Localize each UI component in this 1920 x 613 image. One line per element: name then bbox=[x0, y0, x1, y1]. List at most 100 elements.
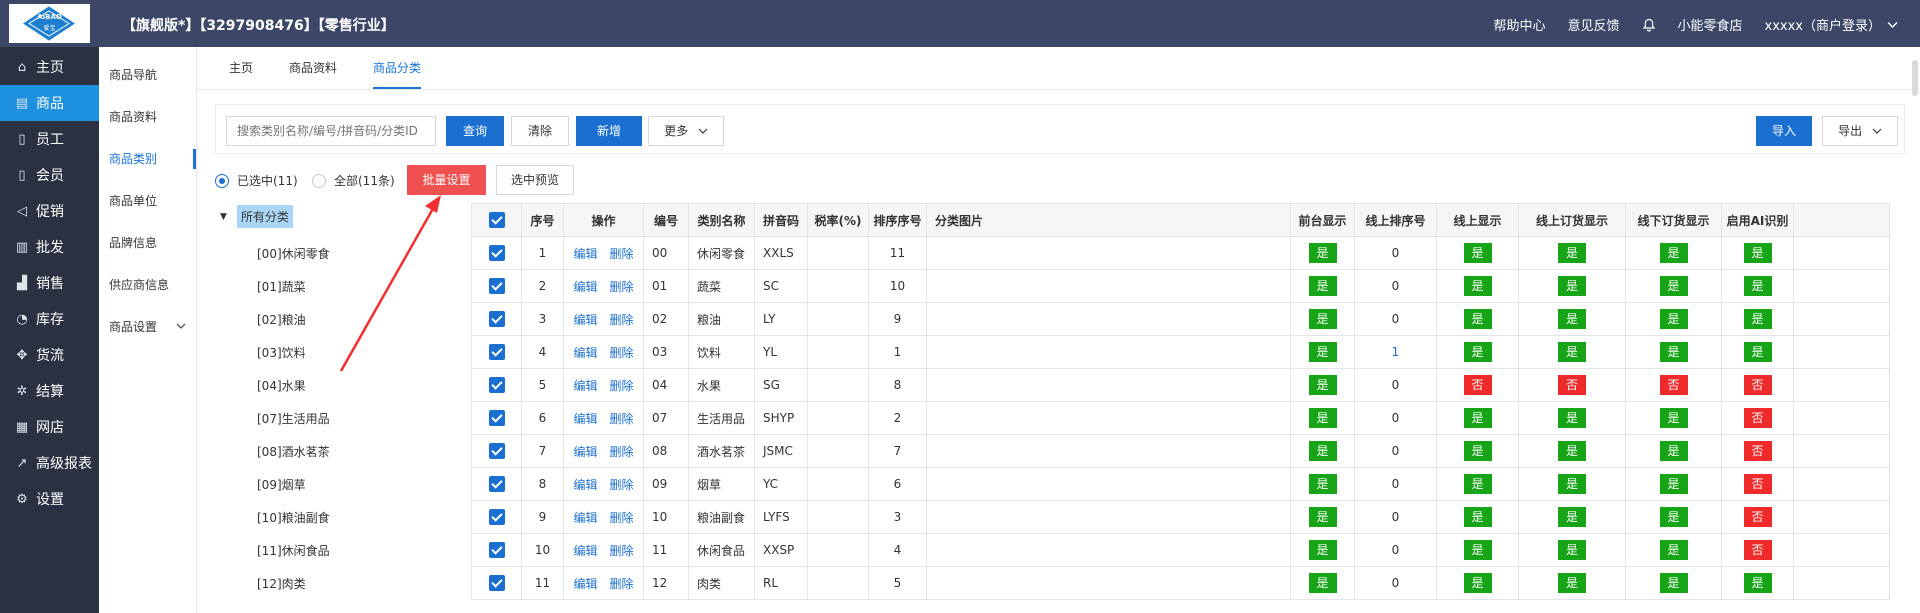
subnav-item[interactable]: 商品设置 bbox=[99, 306, 196, 348]
delete-link[interactable]: 删除 bbox=[610, 379, 634, 393]
status-badge[interactable]: 是 bbox=[1308, 243, 1337, 263]
status-badge[interactable]: 是 bbox=[1558, 573, 1586, 593]
status-badge[interactable]: 是 bbox=[1659, 276, 1688, 296]
status-badge[interactable]: 是 bbox=[1659, 342, 1688, 362]
tree-node[interactable]: [03]饮料 bbox=[257, 344, 306, 361]
sidebar-item[interactable]: ▥ 批发 bbox=[0, 229, 99, 265]
store-name[interactable]: 小能零食店 bbox=[1678, 15, 1743, 34]
status-badge[interactable]: 是 bbox=[1743, 342, 1772, 362]
row-select-cell[interactable] bbox=[471, 500, 522, 534]
row-select-cell[interactable] bbox=[471, 467, 522, 501]
status-badge[interactable]: 是 bbox=[1659, 243, 1688, 263]
delete-link[interactable]: 删除 bbox=[610, 346, 634, 360]
sidebar-item[interactable]: ✥ 货流 bbox=[0, 337, 99, 373]
tree-node[interactable]: [07]生活用品 bbox=[257, 410, 330, 427]
checkbox-checked-icon[interactable] bbox=[488, 509, 505, 525]
edit-link[interactable]: 编辑 bbox=[573, 544, 597, 558]
status-badge[interactable]: 是 bbox=[1463, 408, 1492, 428]
checkbox-checked-icon[interactable] bbox=[488, 443, 505, 459]
edit-link[interactable]: 编辑 bbox=[573, 445, 597, 459]
checkbox-checked-icon[interactable] bbox=[488, 575, 505, 591]
status-badge[interactable]: 是 bbox=[1558, 540, 1586, 560]
edit-link[interactable]: 编辑 bbox=[573, 511, 597, 525]
row-select-cell[interactable] bbox=[471, 401, 522, 435]
tree-node[interactable]: [09]烟草 bbox=[257, 476, 306, 493]
subnav-item[interactable]: 商品类别 bbox=[99, 138, 196, 180]
export-dropdown[interactable]: 导出 bbox=[1822, 116, 1898, 146]
status-badge[interactable]: 是 bbox=[1659, 408, 1688, 428]
row-select-cell[interactable] bbox=[471, 434, 522, 468]
status-badge[interactable]: 是 bbox=[1308, 507, 1337, 527]
caret-down-icon[interactable]: ▼ bbox=[220, 212, 227, 222]
edit-link[interactable]: 编辑 bbox=[573, 379, 597, 393]
row-select-cell[interactable] bbox=[471, 566, 522, 600]
status-badge[interactable]: 是 bbox=[1308, 540, 1337, 560]
table-row[interactable]: 1 编辑 删除 00 休闲零食 XXLS 11 是 0 是 是 是 是 bbox=[471, 236, 1890, 270]
row-select-cell[interactable] bbox=[471, 236, 522, 270]
status-badge[interactable]: 是 bbox=[1558, 507, 1586, 527]
subnav-item[interactable]: 品牌信息 bbox=[99, 222, 196, 264]
status-badge[interactable]: 是 bbox=[1659, 540, 1688, 560]
table-row[interactable]: 11 编辑 删除 12 肉类 RL 5 是 0 是 是 是 是 bbox=[471, 566, 1890, 600]
status-badge[interactable]: 否 bbox=[1659, 375, 1688, 395]
table-row[interactable]: 5 编辑 删除 04 水果 SG 8 是 0 否 否 否 否 bbox=[471, 368, 1890, 402]
status-badge[interactable]: 是 bbox=[1308, 309, 1337, 329]
sidebar-item[interactable]: ◔ 库存 bbox=[0, 301, 99, 337]
sidebar-item[interactable]: ⌂ 主页 bbox=[0, 49, 99, 85]
clear-button[interactable]: 清除 bbox=[511, 116, 569, 146]
table-row[interactable]: 8 编辑 删除 09 烟草 YC 6 是 0 是 是 是 否 bbox=[471, 467, 1890, 501]
status-badge[interactable]: 是 bbox=[1558, 243, 1586, 263]
tab[interactable]: 商品分类 bbox=[355, 47, 439, 89]
table-row[interactable]: 7 编辑 删除 08 酒水茗茶 JSMC 7 是 0 是 是 是 否 bbox=[471, 434, 1890, 468]
status-badge[interactable]: 否 bbox=[1743, 408, 1772, 428]
status-badge[interactable]: 是 bbox=[1659, 441, 1688, 461]
edit-link[interactable]: 编辑 bbox=[573, 478, 597, 492]
checkbox-checked-icon[interactable] bbox=[488, 311, 505, 327]
status-badge[interactable]: 否 bbox=[1743, 474, 1772, 494]
status-badge[interactable]: 是 bbox=[1308, 342, 1337, 362]
edit-link[interactable]: 编辑 bbox=[573, 577, 597, 591]
status-badge[interactable]: 是 bbox=[1463, 474, 1492, 494]
sidebar-item[interactable]: ▟ 销售 bbox=[0, 265, 99, 301]
sidebar-item[interactable]: ▦ 网店 bbox=[0, 409, 99, 445]
tree-node[interactable]: [01]蔬菜 bbox=[257, 278, 306, 295]
row-select-cell[interactable] bbox=[471, 368, 522, 402]
row-select-cell[interactable] bbox=[471, 269, 522, 303]
subnav-item[interactable]: 商品导航 bbox=[99, 54, 196, 96]
checkbox-checked-icon[interactable] bbox=[488, 344, 505, 360]
tree-node[interactable]: [04]水果 bbox=[257, 377, 306, 394]
sidebar-item[interactable]: ⚙ 设置 bbox=[0, 481, 99, 517]
edit-link[interactable]: 编辑 bbox=[573, 247, 597, 261]
checkbox-checked-icon[interactable] bbox=[488, 542, 505, 558]
sidebar-item[interactable]: ◁ 促销 bbox=[0, 193, 99, 229]
batch-settings-button[interactable]: 批量设置 bbox=[407, 165, 486, 195]
feedback-link[interactable]: 意见反馈 bbox=[1568, 15, 1620, 34]
status-badge[interactable]: 是 bbox=[1463, 540, 1492, 560]
status-badge[interactable]: 是 bbox=[1463, 507, 1492, 527]
edit-link[interactable]: 编辑 bbox=[573, 412, 597, 426]
status-badge[interactable]: 是 bbox=[1558, 342, 1586, 362]
sidebar-item[interactable]: ▯ 会员 bbox=[0, 157, 99, 193]
status-badge[interactable]: 是 bbox=[1308, 474, 1337, 494]
tree-node[interactable]: [00]休闲零食 bbox=[257, 245, 330, 262]
table-row[interactable]: 4 编辑 删除 03 饮料 YL 1 是 1 是 是 是 是 bbox=[471, 335, 1890, 369]
status-badge[interactable]: 否 bbox=[1558, 375, 1586, 395]
status-badge[interactable]: 是 bbox=[1463, 309, 1492, 329]
subnav-item[interactable]: 商品资料 bbox=[99, 96, 196, 138]
delete-link[interactable]: 删除 bbox=[610, 544, 634, 558]
delete-link[interactable]: 删除 bbox=[610, 445, 634, 459]
checkbox-checked-icon[interactable] bbox=[488, 278, 505, 294]
tree-node[interactable]: [12]肉类 bbox=[257, 575, 306, 592]
edit-link[interactable]: 编辑 bbox=[573, 346, 597, 360]
status-badge[interactable]: 是 bbox=[1743, 573, 1772, 593]
subnav-item[interactable]: 商品单位 bbox=[99, 180, 196, 222]
delete-link[interactable]: 删除 bbox=[610, 511, 634, 525]
table-row[interactable]: 9 编辑 删除 10 粮油副食 LYFS 3 是 0 是 是 是 否 bbox=[471, 500, 1890, 534]
delete-link[interactable]: 删除 bbox=[610, 412, 634, 426]
edit-link[interactable]: 编辑 bbox=[573, 313, 597, 327]
status-badge[interactable]: 是 bbox=[1659, 309, 1688, 329]
status-badge[interactable]: 是 bbox=[1659, 474, 1688, 494]
radio-all[interactable]: 全部(11条) bbox=[312, 172, 395, 189]
delete-link[interactable]: 删除 bbox=[610, 280, 634, 294]
status-badge[interactable]: 是 bbox=[1558, 474, 1586, 494]
